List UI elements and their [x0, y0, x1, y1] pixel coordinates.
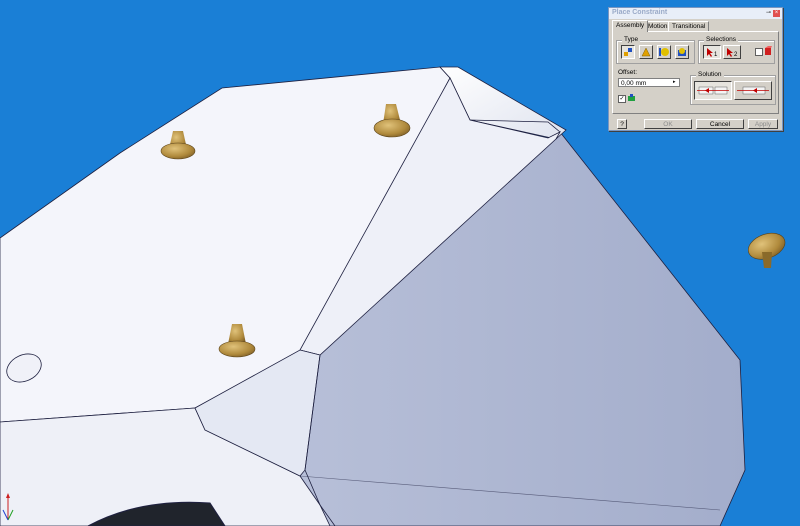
ok-button[interactable]: OK	[644, 119, 692, 129]
offset-arrow-icon[interactable]: ▸	[673, 80, 678, 85]
mate-solution-icon[interactable]	[694, 81, 732, 100]
solution-group-label: Solution	[696, 71, 724, 78]
cancel-button[interactable]: Cancel	[696, 119, 744, 129]
select-arrow-icon[interactable]: 1	[703, 45, 721, 59]
selections-group-label: Selections	[704, 36, 738, 43]
show-preview-checkbox[interactable]: ✓	[618, 95, 626, 103]
foot-4	[748, 232, 786, 268]
angle-constraint-icon[interactable]	[639, 45, 653, 59]
selections-group: Selections 1 2	[698, 36, 775, 64]
dialog-titlebar[interactable]: Place Constraint ⊸ ×	[609, 8, 782, 19]
offset-label: Offset:	[618, 69, 638, 76]
type-group: Type	[616, 36, 695, 64]
help-button[interactable]: ?	[617, 119, 627, 129]
apply-button[interactable]: Apply	[748, 119, 778, 129]
tab-assembly[interactable]: Assembly	[612, 20, 649, 32]
type-group-label: Type	[622, 36, 641, 43]
mate-constraint-icon[interactable]	[621, 45, 635, 59]
assembly-tab-panel: Type Selections 1 2 Offset: 0,00 mm ▸ ✓ …	[612, 31, 779, 114]
flush-solution-icon[interactable]	[734, 81, 772, 100]
coordinate-triad-icon	[1, 490, 15, 522]
select-arrow-icon[interactable]: 2	[723, 45, 741, 59]
dialog-title: Place Constraint	[612, 9, 668, 16]
selection-1-label: 1	[714, 52, 718, 58]
offset-input[interactable]: 0,00 mm ▸	[618, 78, 680, 87]
pin-icon[interactable]: ⊸	[765, 10, 772, 17]
offset-value: 0,00 mm	[621, 80, 647, 87]
place-constraint-dialog[interactable]: Place Constraint ⊸ × Assembly Motion Tra…	[608, 7, 783, 131]
preview-icon	[627, 93, 636, 102]
first-occurrence-checkbox[interactable]	[755, 48, 763, 56]
tangent-constraint-icon[interactable]	[657, 45, 671, 59]
predict-offset-icon	[764, 46, 773, 56]
selection-2-label: 2	[734, 52, 738, 58]
solution-group: Solution	[690, 71, 776, 105]
insert-constraint-icon[interactable]	[675, 45, 689, 59]
close-icon[interactable]: ×	[773, 10, 780, 17]
